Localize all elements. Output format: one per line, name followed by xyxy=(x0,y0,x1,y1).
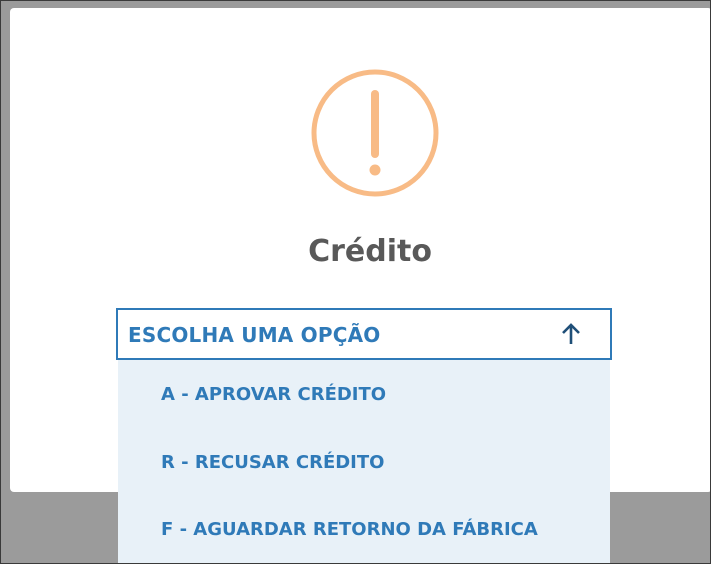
select-label: ESCOLHA UMA OPÇÃO xyxy=(128,323,381,347)
option-select[interactable]: ESCOLHA UMA OPÇÃO xyxy=(116,308,612,360)
option-aguardar-retorno[interactable]: F - AGUARDAR RETORNO DA FÁBRICA xyxy=(161,519,538,540)
modal-title: Crédito xyxy=(308,234,432,269)
screen-frame: Crédito ESCOLHA UMA OPÇÃO A - APROVAR CR… xyxy=(0,0,711,564)
arrow-up-icon xyxy=(562,323,580,344)
option-aprovar-credito[interactable]: A - APROVAR CRÉDITO xyxy=(161,384,386,405)
option-recusar-credito[interactable]: R - RECUSAR CRÉDITO xyxy=(161,452,384,473)
exclamation-circle-icon xyxy=(311,69,439,197)
option-dropdown: A - APROVAR CRÉDITO R - RECUSAR CRÉDITO … xyxy=(118,360,610,563)
